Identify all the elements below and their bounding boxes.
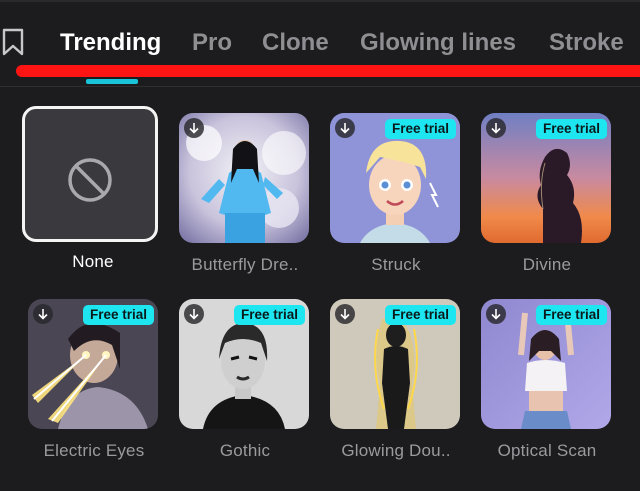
effect-thumbnail: Free trial xyxy=(28,299,158,429)
download-icon xyxy=(335,118,355,138)
effect-butterfly-dream[interactable]: Butterfly Dre.. xyxy=(179,113,311,275)
bookmark-icon[interactable] xyxy=(2,28,24,56)
free-trial-badge: Free trial xyxy=(233,305,305,325)
effects-panel: Trending Pro Clone Glowing lines Stroke … xyxy=(0,0,640,491)
category-tab-bar[interactable]: Trending Pro Clone Glowing lines Stroke xyxy=(0,0,640,86)
tab-trending[interactable]: Trending xyxy=(60,27,161,59)
effect-label: Butterfly Dre.. xyxy=(191,255,299,274)
effect-thumbnail: Free trial xyxy=(179,299,309,429)
effect-thumbnail: Free trial xyxy=(481,299,611,429)
free-trial-badge: Free trial xyxy=(384,305,456,325)
active-tab-indicator xyxy=(86,79,138,84)
effect-label: Gothic xyxy=(219,441,271,460)
effect-thumbnail: Free trial xyxy=(330,299,460,429)
tab-stroke[interactable]: Stroke xyxy=(549,27,624,59)
effect-gothic[interactable]: Free trial Gothic xyxy=(179,299,311,461)
free-trial-badge: Free trial xyxy=(384,119,456,139)
tab-clone[interactable]: Clone xyxy=(262,27,329,59)
download-icon xyxy=(486,118,506,138)
effect-glowing-double[interactable]: Free trial Glowing Dou.. xyxy=(330,299,462,461)
tab-glowing-lines[interactable]: Glowing lines xyxy=(360,27,516,59)
effect-label: Struck xyxy=(371,255,421,274)
effect-label: None xyxy=(72,252,114,271)
effect-struck[interactable]: Free trial Struck xyxy=(330,113,462,275)
download-icon xyxy=(486,304,506,324)
effect-divine[interactable]: Free trial Divine xyxy=(481,113,613,275)
effect-electric-eyes[interactable]: Free trial Electric Eyes xyxy=(28,299,160,461)
effect-label: Electric Eyes xyxy=(43,441,145,460)
download-icon xyxy=(335,304,355,324)
no-entry-icon xyxy=(68,158,112,202)
free-trial-badge: Free trial xyxy=(535,119,607,139)
effect-label: Divine xyxy=(522,255,572,274)
effect-label: Optical Scan xyxy=(497,441,597,460)
download-icon xyxy=(184,304,204,324)
tab-divider xyxy=(0,86,640,87)
effect-thumbnail xyxy=(179,113,309,243)
download-icon xyxy=(184,118,204,138)
free-trial-badge: Free trial xyxy=(82,305,154,325)
effect-thumbnail xyxy=(22,106,158,242)
effect-optical-scan[interactable]: Free trial Optical Scan xyxy=(481,299,613,461)
red-annotation-bar xyxy=(16,65,640,77)
effect-none[interactable]: None xyxy=(22,106,158,272)
effect-thumbnail: Free trial xyxy=(481,113,611,243)
effect-label: Glowing Dou.. xyxy=(341,441,451,460)
tab-pro[interactable]: Pro xyxy=(192,27,232,59)
download-icon xyxy=(33,304,53,324)
effect-thumbnail: Free trial xyxy=(330,113,460,243)
free-trial-badge: Free trial xyxy=(535,305,607,325)
